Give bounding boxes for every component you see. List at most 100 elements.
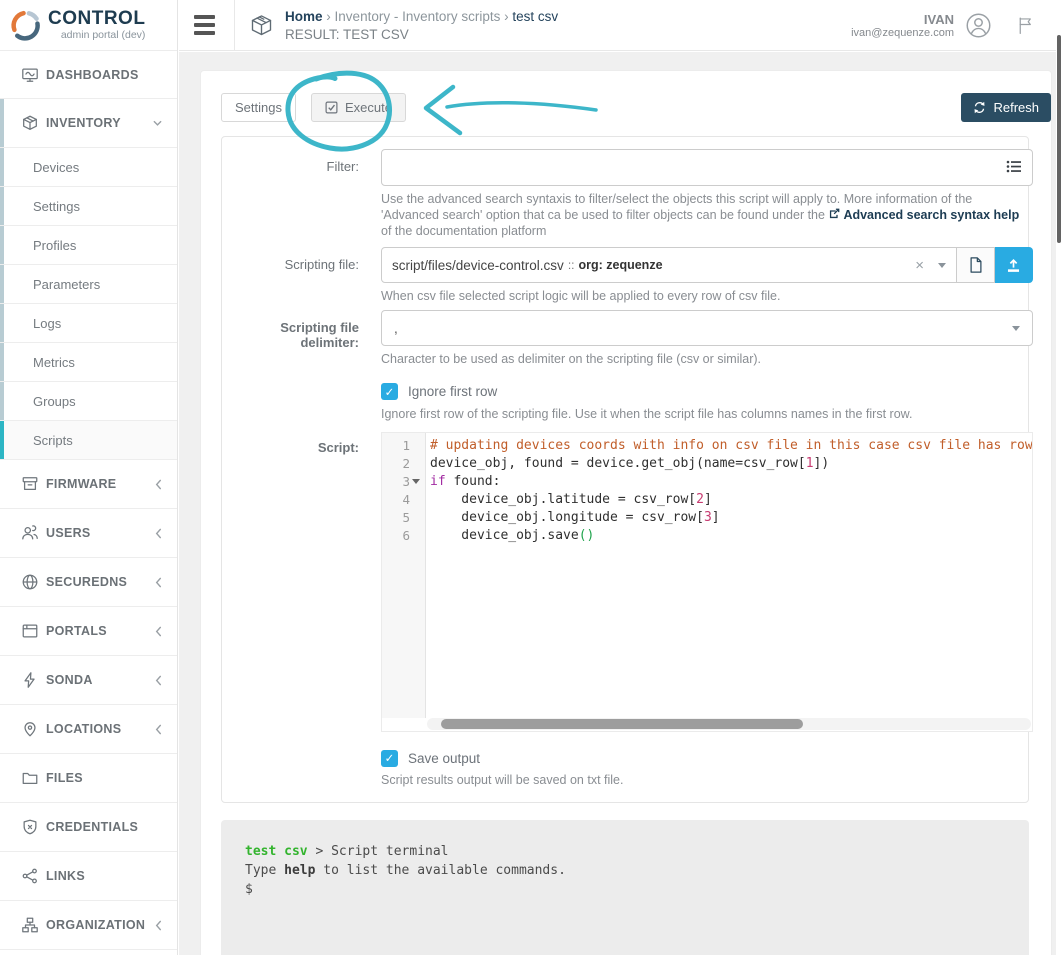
delimiter-help: Character to be used as delimiter on the… (381, 351, 1033, 367)
sitemap-icon (21, 916, 39, 934)
sidebar-sections: FIRMWAREUSERSSECUREDNS PORTALS SONDA LOCATI… (0, 460, 177, 950)
sidebar-item-settings[interactable]: Settings (0, 187, 177, 226)
gutter-line-number: 2 (382, 455, 425, 473)
select-caret-icon (1012, 326, 1020, 331)
script-label: Script: (222, 432, 359, 732)
folder-icon (21, 769, 39, 787)
sidebar-section-label: CREDENTIALS (46, 820, 138, 834)
terminal-prompt: $ (245, 880, 1005, 899)
filter-input[interactable] (381, 149, 1033, 186)
upload-file-button[interactable] (995, 247, 1033, 283)
page-scrollbar[interactable] (1056, 0, 1062, 955)
terminal-line1-rest: > Script terminal (308, 844, 449, 859)
scripting-file-help: When csv file selected script logic will… (381, 288, 1033, 304)
brand-subtitle: admin portal (dev) (48, 29, 145, 41)
dashboard-icon (21, 66, 39, 84)
script-code-editor[interactable]: 123456 # updating devices coords with in… (381, 432, 1033, 732)
sidebar-item-label: Settings (33, 199, 80, 214)
sidebar-section-label: PORTALS (46, 624, 107, 638)
sidebar-item-credentials[interactable]: CREDENTIALS (0, 803, 177, 852)
tab-bar: Settings Execute (221, 93, 1029, 122)
upload-icon (1005, 257, 1022, 274)
brand-logo-icon (9, 9, 42, 42)
tab-execute[interactable]: Execute (311, 93, 406, 122)
sidebar-item-inventory[interactable]: INVENTORY (0, 99, 177, 148)
result-line: RESULT: TEST CSV (285, 26, 558, 43)
sidebar-section-label: INVENTORY (46, 116, 121, 130)
code-fold-icon[interactable] (410, 479, 421, 484)
code-line[interactable]: device_obj.save() (430, 527, 1032, 545)
scrollbar-thumb[interactable] (441, 719, 803, 729)
location-pin-icon (21, 720, 39, 738)
sidebar-item-files[interactable]: FILES (0, 754, 177, 803)
sidebar-item-devices[interactable]: Devices (0, 148, 177, 187)
user-name: IVAN (851, 12, 954, 27)
menu-toggle-button[interactable] (188, 8, 222, 42)
chevron-left-icon (154, 724, 163, 735)
sidebar-item-sonda[interactable]: SONDA (0, 656, 177, 705)
external-link-icon (828, 208, 840, 220)
sidebar-item-profiles[interactable]: Profiles (0, 226, 177, 265)
terminal-help-word: help (284, 863, 315, 878)
scripting-file-separator: :: (568, 258, 575, 272)
sidebar-item-label: Devices (33, 160, 79, 175)
sidebar-item-firmware[interactable]: FIRMWARE (0, 460, 177, 509)
sidebar-item-scripts[interactable]: Scripts (0, 421, 177, 460)
chevron-left-icon (154, 528, 163, 539)
breadcrumb-middle: Inventory - Inventory scripts (335, 9, 501, 24)
sidebar-item-portals[interactable]: PORTALS (0, 607, 177, 656)
terminal-line2-post: to list the available commands. (315, 863, 565, 878)
sidebar-item-locations[interactable]: LOCATIONS (0, 705, 177, 754)
sidebar-item-users[interactable]: USERS (0, 509, 177, 558)
brand[interactable]: CONTROL admin portal (dev) (0, 0, 177, 51)
code-line[interactable]: # updating devices coords with info on c… (430, 437, 1032, 455)
code-line[interactable]: device_obj.latitude = csv_row[2] (430, 491, 1032, 509)
sidebar-item-logs[interactable]: Logs (0, 304, 177, 343)
tab-settings[interactable]: Settings (221, 93, 296, 122)
checkbox-checked-icon (381, 750, 398, 767)
sidebar-item-metrics[interactable]: Metrics (0, 343, 177, 382)
inventory-box-icon (21, 114, 39, 132)
chevron-left-icon (154, 577, 163, 588)
user-email: ivan@zequenze.com (851, 27, 954, 39)
gutter-line-number: 4 (382, 491, 425, 509)
clear-selection-icon[interactable] (915, 258, 924, 273)
tab-execute-label: Execute (345, 100, 392, 115)
list-icon[interactable] (1006, 159, 1023, 179)
breadcrumb-home-link[interactable]: Home (285, 9, 323, 24)
code-line[interactable]: device_obj, found = device.get_obj(name=… (430, 455, 1032, 473)
editor-code[interactable]: # updating devices coords with info on c… (427, 433, 1032, 718)
firmware-icon (21, 475, 39, 493)
sidebar-item-dashboards[interactable]: DASHBOARDS (0, 51, 177, 99)
select-caret-icon (938, 263, 946, 268)
ignore-first-row-checkbox[interactable]: Ignore first row (381, 383, 497, 400)
sidebar-item-links[interactable]: LINKS (0, 852, 177, 901)
flag-icon[interactable] (1015, 15, 1036, 36)
code-line[interactable]: device_obj.longitude = csv_row[3] (430, 509, 1032, 527)
view-file-button[interactable] (957, 247, 995, 283)
page-scrollbar-thumb[interactable] (1057, 35, 1061, 243)
sidebar-section-label: SONDA (46, 673, 93, 687)
save-output-label: Save output (408, 751, 480, 766)
document-icon (968, 256, 984, 274)
save-output-checkbox[interactable]: Save output (381, 750, 480, 767)
scripting-file-select[interactable]: script/files/device-control.csv :: org: … (381, 247, 957, 283)
terminal-line-1: test csv > Script terminal (245, 842, 1005, 861)
refresh-button[interactable]: Refresh (961, 93, 1051, 122)
delimiter-select[interactable]: , (381, 310, 1033, 346)
advanced-search-help-link[interactable]: Advanced search syntax help (843, 208, 1019, 222)
code-line[interactable]: if found: (430, 473, 1032, 491)
chevron-left-icon (154, 626, 163, 637)
sidebar-item-organization[interactable]: ORGANIZATION (0, 901, 177, 950)
sidebar-item-parameters[interactable]: Parameters (0, 265, 177, 304)
refresh-icon (973, 101, 986, 114)
sidebar-item-groups[interactable]: Groups (0, 382, 177, 421)
filter-help-post: of the documentation platform (381, 224, 546, 238)
main-content: Settings Execute (179, 52, 1062, 955)
script-terminal[interactable]: test csv > Script terminal Type help to … (221, 820, 1029, 955)
terminal-line-2: Type help to list the available commands… (245, 861, 1005, 880)
editor-horizontal-scrollbar[interactable] (427, 718, 1031, 730)
avatar-icon[interactable] (965, 12, 992, 39)
sidebar-item-securedns[interactable]: SECUREDNS (0, 558, 177, 607)
package-icon (248, 12, 275, 39)
